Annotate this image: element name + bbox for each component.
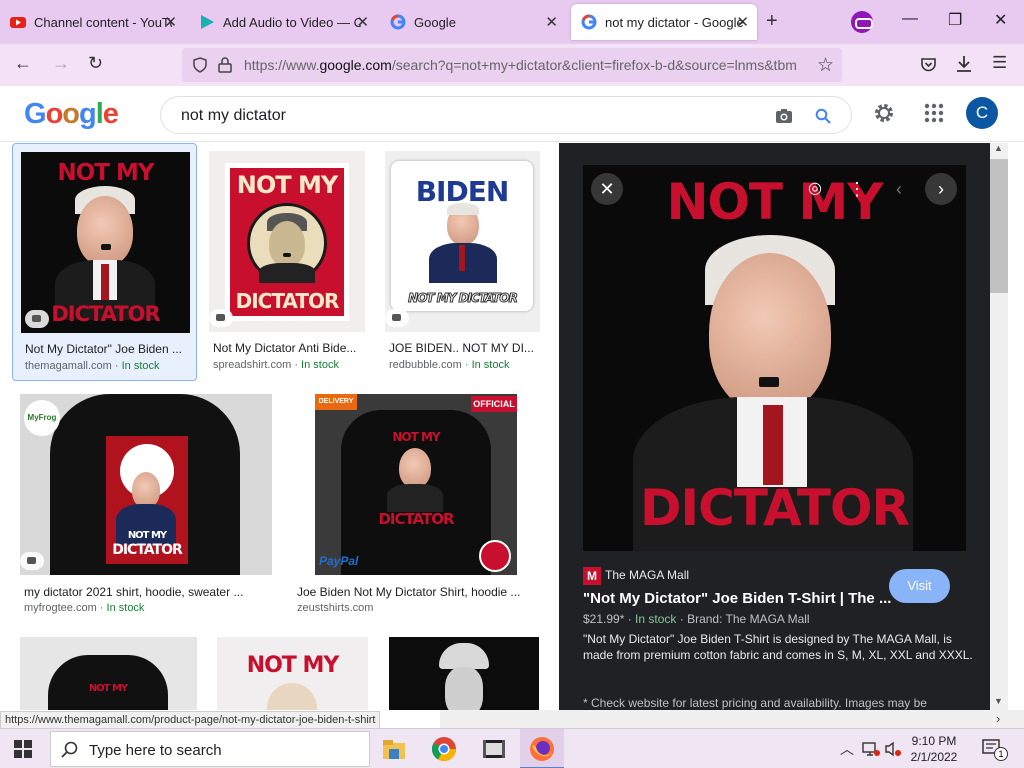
image-result-card[interactable]: NOT MY DICTATOR Not My Dictator Anti Bid… (209, 143, 369, 381)
close-window-icon[interactable]: ✕ (994, 10, 1007, 30)
google-header: Google not my dictator C (0, 86, 1024, 142)
shield-icon[interactable] (192, 57, 208, 73)
windows-start-icon[interactable] (14, 740, 32, 758)
windows-taskbar: Type here to search ︿ 9:10 PM 2/1/2022 1 (0, 728, 1024, 768)
search-icon (61, 741, 78, 758)
lens-search-icon[interactable]: ◎ (799, 173, 831, 205)
tab-youtube[interactable]: Channel content - YouTu ✕ (0, 4, 185, 40)
preview-description: "Not My Dictator" Joe Biden T-Shirt is d… (583, 632, 973, 662)
result-thumbnail[interactable]: NOT MY (20, 637, 197, 710)
chrome-icon[interactable] (430, 735, 458, 763)
clipchamp-icon (201, 15, 214, 29)
preview-image[interactable]: NOT MY DICTATOR ✕ ◎ ⋮ ‹ › (583, 165, 966, 551)
google-icon (390, 14, 406, 30)
previous-image-icon[interactable]: ‹ (883, 173, 915, 205)
download-icon[interactable] (956, 55, 972, 73)
minimize-icon[interactable]: — (902, 10, 918, 28)
next-image-icon[interactable]: › (925, 173, 957, 205)
private-browsing-icon[interactable] (851, 11, 873, 33)
url-text[interactable]: https://www.google.com/search?q=not+my+d… (244, 57, 810, 73)
horizontal-scrollbar[interactable]: › (440, 710, 1024, 728)
pocket-icon[interactable] (920, 56, 937, 73)
close-tab-icon[interactable]: ✕ (356, 13, 369, 31)
search-box[interactable]: not my dictator (160, 96, 852, 134)
notification-count-badge: 1 (994, 747, 1008, 761)
scroll-up-icon[interactable]: ▲ (994, 143, 1003, 153)
close-tab-icon[interactable]: ✕ (164, 13, 177, 31)
maga-mall-logo: M (583, 567, 601, 585)
price-tag-icon (385, 309, 409, 327)
price-tag-icon (20, 552, 44, 570)
google-icon (581, 14, 597, 30)
google-logo[interactable]: Google (24, 98, 119, 131)
back-icon[interactable]: ← (14, 53, 32, 74)
result-thumbnail[interactable]: NOT MY (217, 637, 368, 710)
video-editor-icon[interactable] (480, 735, 508, 763)
preview-disclaimer: * Check website for latest pricing and a… (583, 696, 927, 710)
file-explorer-icon[interactable] (380, 735, 408, 763)
image-preview-panel: NOT MY DICTATOR ✕ ◎ ⋮ ‹ › M The MAGA Mall… (559, 143, 990, 710)
image-results-grid: NOT MY DICTATOR Not My Dictator" Joe Bid… (0, 143, 558, 710)
close-preview-icon[interactable]: ✕ (591, 173, 623, 205)
scroll-right-icon[interactable]: › (996, 711, 1000, 726)
image-result-card[interactable]: DELIVERY OFFICIAL NOT MY DICTATOR PayPal… (293, 394, 543, 624)
forward-icon[interactable]: → (52, 53, 70, 74)
search-input[interactable]: not my dictator (181, 107, 286, 125)
url-bar[interactable]: https://www.google.com/search?q=not+my+d… (182, 48, 842, 82)
scrollbar-thumb[interactable] (990, 159, 1008, 293)
youtube-icon (10, 17, 26, 28)
taskbar-firefox-active[interactable] (520, 729, 564, 768)
nav-bar: ← → ↻ https://www.google.com/search?q=no… (0, 44, 1024, 86)
image-result-card[interactable] (389, 637, 539, 710)
result-thumbnail[interactable]: MyFrog NOT MY DICTATOR (20, 394, 272, 575)
status-bar-url: https://www.themagamall.com/product-page… (0, 711, 381, 729)
tray-chevron-icon[interactable]: ︿ (840, 739, 854, 759)
result-thumbnail[interactable]: NOT MY DICTATOR (21, 152, 190, 333)
tab-google[interactable]: Google ✕ (380, 4, 566, 40)
restore-icon[interactable]: ❐ (948, 10, 962, 30)
visit-button[interactable]: Visit (889, 569, 950, 603)
preview-title[interactable]: "Not My Dictator" Joe Biden T-Shirt | Th… (583, 590, 891, 607)
result-thumbnail[interactable]: BIDEN NOT MY DICTATOR (385, 151, 540, 332)
image-result-card[interactable]: MyFrog NOT MY DICTATOR my dictator 2021 … (20, 394, 280, 624)
camera-icon[interactable] (775, 108, 793, 124)
search-icon[interactable] (815, 108, 831, 124)
preview-source[interactable]: M The MAGA Mall (583, 567, 689, 585)
image-result-card[interactable]: NOT MY DICTATOR Not My Dictator" Joe Bid… (12, 143, 197, 381)
close-tab-icon[interactable]: ✕ (545, 13, 558, 31)
bookmark-star-icon[interactable]: ☆ (817, 54, 834, 77)
image-result-card[interactable]: NOT MY (217, 637, 368, 710)
firefox-icon (530, 737, 554, 761)
image-result-card[interactable]: NOT MY (20, 637, 197, 710)
image-result-card[interactable]: BIDEN NOT MY DICTATOR JOE BIDEN.. NOT MY… (385, 143, 545, 381)
tab-strip: Channel content - YouTu ✕ Add Audio to V… (0, 0, 1024, 44)
close-tab-icon[interactable]: ✕ (736, 13, 749, 31)
apps-grid-icon[interactable] (924, 103, 944, 123)
result-thumbnail[interactable]: NOT MY DICTATOR (209, 151, 365, 332)
settings-gear-icon[interactable] (873, 102, 895, 124)
lock-icon[interactable] (218, 57, 232, 73)
account-avatar[interactable]: C (966, 97, 998, 129)
taskbar-search[interactable]: Type here to search (50, 731, 370, 767)
more-options-icon[interactable]: ⋮ (841, 173, 873, 205)
tab-clipchamp[interactable]: Add Audio to Video — Cl ✕ (189, 4, 377, 40)
menu-icon[interactable]: ☰ (992, 53, 1007, 73)
result-thumbnail[interactable] (389, 637, 539, 710)
price-tag-icon (25, 310, 49, 328)
tab-not-my-dictator[interactable]: not my dictator - Google ✕ (571, 4, 757, 40)
reload-icon[interactable]: ↻ (88, 53, 103, 74)
new-tab-icon[interactable]: + (766, 10, 778, 33)
preview-price-line: $21.99* · In stock · Brand: The MAGA Mal… (583, 612, 810, 626)
volume-muted-icon[interactable] (884, 741, 902, 757)
system-clock[interactable]: 9:10 PM 2/1/2022 (906, 733, 962, 765)
vertical-scrollbar[interactable]: ▲ ▼ (990, 143, 1008, 710)
result-thumbnail[interactable]: DELIVERY OFFICIAL NOT MY DICTATOR PayPal (315, 394, 517, 575)
network-icon[interactable] (862, 741, 880, 757)
scroll-down-icon[interactable]: ▼ (994, 696, 1003, 706)
price-tag-icon (209, 309, 233, 327)
